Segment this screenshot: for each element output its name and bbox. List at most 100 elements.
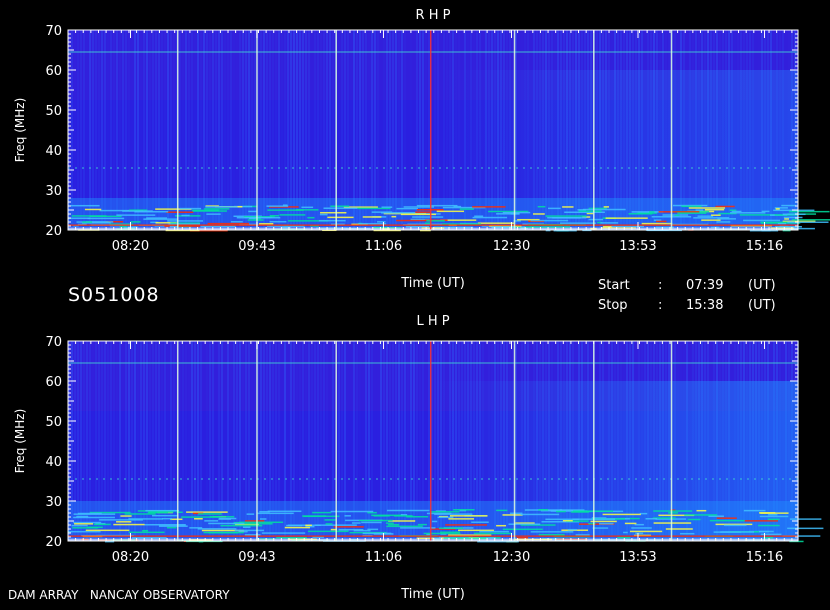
emission-streak bbox=[128, 531, 165, 534]
emission-streak bbox=[562, 206, 574, 208]
emission-streak bbox=[142, 529, 149, 532]
emission-streak bbox=[307, 530, 349, 533]
emission-streak bbox=[696, 509, 707, 512]
emission-streak bbox=[267, 510, 302, 513]
emission-streak bbox=[76, 515, 89, 518]
emission-streak bbox=[477, 222, 515, 224]
emission-streak bbox=[588, 218, 604, 221]
emission-streak bbox=[276, 537, 307, 539]
emission-streak bbox=[68, 530, 101, 533]
emission-streak bbox=[330, 205, 350, 207]
x-tick-label: 11:06 bbox=[365, 239, 402, 254]
emission-streak bbox=[502, 514, 523, 516]
emission-streak bbox=[68, 217, 91, 220]
emission-streak bbox=[426, 220, 445, 222]
emission-streak bbox=[74, 523, 94, 525]
emission-streak bbox=[208, 522, 245, 525]
emission-streak bbox=[167, 220, 204, 222]
stop-time: 15:38 bbox=[686, 298, 724, 313]
emission-streak bbox=[720, 531, 755, 533]
emission-streak bbox=[760, 533, 782, 536]
x-axis-label: Time (UT) bbox=[400, 587, 465, 602]
emission-streak bbox=[145, 509, 179, 512]
footer-credit: DAM ARRAY NANCAY OBSERVATORY bbox=[8, 588, 230, 602]
emission-streak bbox=[496, 509, 508, 512]
emission-streak bbox=[560, 222, 596, 224]
emission-streak bbox=[743, 520, 778, 522]
stop-separator: : bbox=[658, 298, 663, 313]
emission-streak bbox=[344, 515, 351, 517]
emission-streak bbox=[532, 213, 545, 215]
emission-streak bbox=[307, 216, 315, 219]
emission-streak bbox=[312, 511, 332, 514]
emission-streak bbox=[731, 210, 742, 213]
emission-streak bbox=[701, 219, 721, 221]
emission-streak bbox=[459, 208, 474, 210]
y-tick-label: 20 bbox=[45, 535, 62, 550]
emission-streak bbox=[301, 206, 314, 209]
x-tick-label: 13:53 bbox=[619, 550, 656, 565]
emission-streak bbox=[179, 207, 202, 210]
emission-streak bbox=[320, 211, 347, 214]
emission-streak bbox=[711, 214, 721, 216]
emission-streak bbox=[416, 204, 458, 207]
emission-streak bbox=[319, 213, 328, 216]
emission-streak bbox=[768, 513, 778, 516]
emission-streak bbox=[234, 529, 264, 532]
panel-lhp: 20 30 40 50 60 70 08:20 09:43 11:06 12:30 13:53 15:… bbox=[13, 314, 824, 602]
emission-streak bbox=[472, 206, 506, 208]
emission-streak bbox=[318, 219, 346, 222]
emission-streak bbox=[658, 211, 700, 213]
emission-streak bbox=[165, 211, 194, 213]
emission-streak bbox=[358, 519, 393, 522]
emission-streak bbox=[386, 525, 423, 528]
emission-streak bbox=[789, 518, 822, 520]
y-tick-label: 40 bbox=[45, 144, 62, 159]
emission-streak bbox=[767, 518, 780, 521]
emission-streak bbox=[629, 530, 663, 533]
emission-streak bbox=[577, 209, 586, 211]
emission-streak bbox=[204, 208, 230, 210]
emission-streak bbox=[361, 521, 382, 524]
emission-streak bbox=[599, 523, 614, 525]
emission-streak bbox=[381, 206, 393, 208]
emission-streak bbox=[474, 215, 484, 217]
panel-title: L H P bbox=[416, 314, 449, 329]
emission-streak bbox=[602, 225, 613, 228]
emission-streak bbox=[757, 524, 780, 527]
emission-streak bbox=[472, 216, 508, 219]
emission-streak bbox=[244, 534, 261, 536]
emission-streak bbox=[567, 528, 578, 531]
emission-streak bbox=[259, 518, 267, 520]
emission-streak bbox=[602, 513, 641, 516]
emission-streak bbox=[715, 205, 735, 208]
emission-streak bbox=[648, 211, 655, 213]
emission-streak bbox=[415, 211, 431, 213]
emission-streak bbox=[674, 214, 680, 217]
emission-streak bbox=[600, 222, 619, 224]
emission-streak bbox=[305, 524, 312, 527]
emission-streak bbox=[330, 510, 374, 513]
emission-streak bbox=[617, 536, 631, 539]
emission-streak bbox=[230, 221, 243, 223]
emission-streak bbox=[631, 211, 664, 213]
emission-streak bbox=[113, 523, 145, 526]
emission-streak bbox=[578, 210, 602, 212]
x-tick-label: 13:53 bbox=[619, 239, 656, 254]
emission-streak bbox=[631, 527, 652, 529]
emission-streak bbox=[530, 219, 569, 222]
emission-streak bbox=[246, 513, 255, 515]
emission-streak bbox=[547, 207, 561, 210]
emission-streak bbox=[85, 529, 130, 532]
emission-streak bbox=[324, 519, 336, 521]
x-tick-label: 09:43 bbox=[238, 550, 275, 565]
emission-streak bbox=[684, 514, 718, 516]
emission-streak bbox=[242, 526, 251, 529]
x-tick-label: 15:16 bbox=[746, 550, 783, 565]
emission-streak bbox=[704, 208, 725, 211]
emission-streak bbox=[695, 209, 704, 211]
x-tick-label: 12:30 bbox=[493, 239, 530, 254]
start-label: Start bbox=[598, 278, 630, 293]
emission-streak bbox=[582, 208, 626, 211]
y-tick-label: 30 bbox=[45, 495, 62, 510]
